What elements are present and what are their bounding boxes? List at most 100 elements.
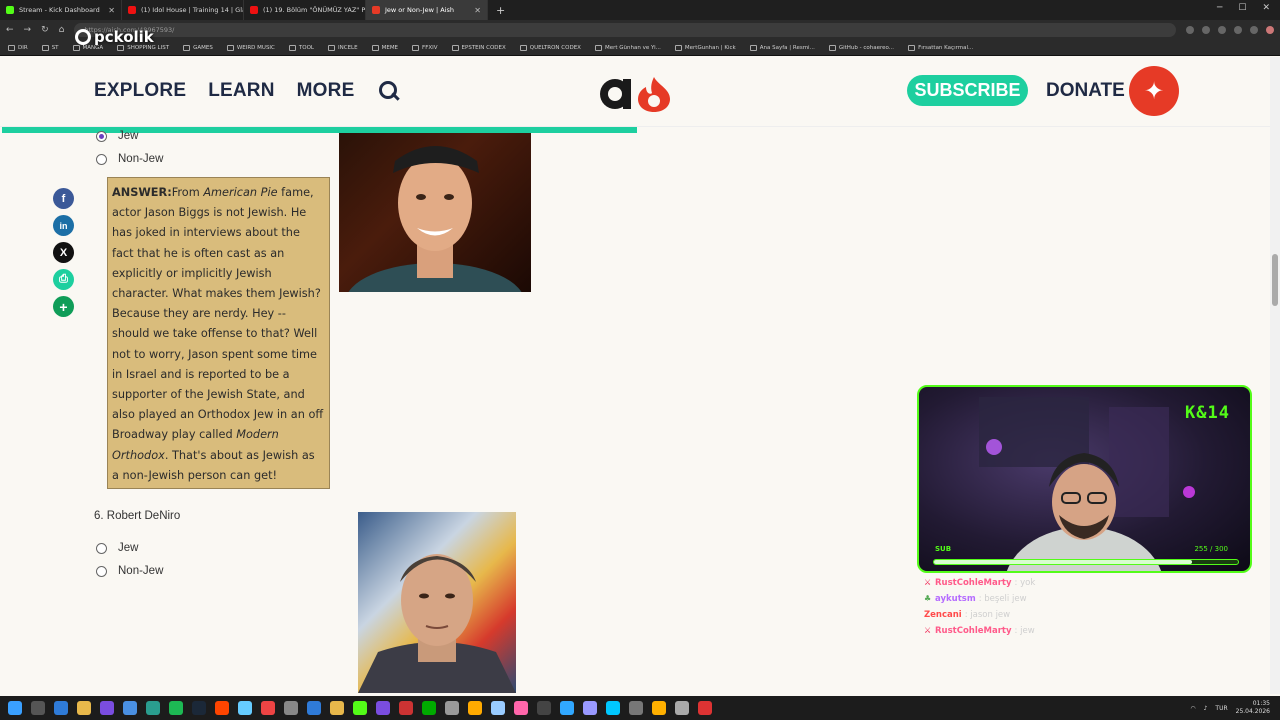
clock[interactable]: 01:35 25.04.2026 xyxy=(1236,700,1270,716)
url-field[interactable]: https://aish.com/48967593/ xyxy=(74,23,1176,37)
tab-youtube-episode[interactable]: (1) 19. Bölüm "ÖNÜMÜZ YAZ" Pe ✕ xyxy=(244,0,366,20)
taskbar-app-icon[interactable] xyxy=(652,701,666,715)
bookmark-item[interactable]: Mert Günhan ve Yi... xyxy=(594,44,661,51)
extension-icon[interactable] xyxy=(1234,26,1242,34)
page-scrollbar[interactable] xyxy=(1270,57,1280,694)
wifi-icon[interactable]: ◠ xyxy=(1190,705,1195,712)
taskbar-app-icon[interactable] xyxy=(77,701,91,715)
taskbar-app-icon[interactable] xyxy=(261,701,275,715)
bookmark-item[interactable]: MEME xyxy=(371,44,398,51)
subscribe-button[interactable]: SUBSCRIBE xyxy=(907,75,1028,106)
close-icon[interactable]: ✕ xyxy=(108,6,115,15)
bookmark-item[interactable]: GitHub - cohaereo... xyxy=(828,44,894,51)
taskbar-app-icon[interactable] xyxy=(146,701,160,715)
radio[interactable] xyxy=(96,565,107,577)
taskbar-app-icon[interactable] xyxy=(514,701,528,715)
language-indicator[interactable]: TUR xyxy=(1215,705,1227,712)
chat-user: RustCohleMarty xyxy=(935,578,1012,588)
donate-link[interactable]: DONATE xyxy=(1046,80,1125,102)
menu-explore[interactable]: EXPLORE xyxy=(94,80,186,102)
back-icon[interactable]: ← xyxy=(6,25,14,35)
tab-youtube-idol-house[interactable]: (1) Idol House | Training 14 | Glam ✕ xyxy=(122,0,244,20)
pckolik-overlay-logo: pckolik xyxy=(75,28,154,46)
radio[interactable] xyxy=(96,153,107,165)
bookmark-item[interactable]: DIR xyxy=(8,44,28,51)
q6-option-non-jew[interactable]: Non-Jew xyxy=(96,565,163,577)
folder-icon xyxy=(183,44,191,51)
bookmark-item[interactable]: Ana Sayfa | Resmi... xyxy=(749,44,815,51)
taskbar-app-icon[interactable] xyxy=(629,701,643,715)
search-icon[interactable] xyxy=(378,80,400,102)
forward-icon[interactable]: → xyxy=(24,25,32,35)
bookmark-label: Ana Sayfa | Resmi... xyxy=(759,44,815,51)
reload-icon[interactable]: ↻ xyxy=(41,25,49,35)
volume-icon[interactable]: ♪ xyxy=(1204,705,1208,712)
taskbar-app-icon[interactable] xyxy=(31,701,45,715)
facebook-icon[interactable]: f xyxy=(53,188,74,209)
taskbar-app-icon[interactable] xyxy=(491,701,505,715)
taskbar-app-icon[interactable] xyxy=(675,701,689,715)
q5-option-jew[interactable]: Jew xyxy=(96,130,138,142)
taskbar-app-icon[interactable] xyxy=(399,701,413,715)
taskbar-app-icon[interactable] xyxy=(307,701,321,715)
extension-icon[interactable] xyxy=(1250,26,1258,34)
menu-learn[interactable]: LEARN xyxy=(208,80,274,102)
bookmark-item[interactable]: ST xyxy=(41,44,59,51)
extension-icon[interactable] xyxy=(1186,26,1194,34)
bookmark-item[interactable]: GAMES xyxy=(183,44,213,51)
close-icon[interactable]: ✕ xyxy=(474,6,481,15)
linkedin-icon[interactable]: in xyxy=(53,215,74,236)
taskbar-app-icon[interactable] xyxy=(54,701,68,715)
tab-kick-dashboard[interactable]: Stream - Kick Dashboard ✕ xyxy=(0,0,122,20)
taskbar-app-icon[interactable] xyxy=(583,701,597,715)
taskbar-app-icon[interactable] xyxy=(215,701,229,715)
print-icon[interactable]: ⎙ xyxy=(53,269,74,290)
taskbar-app-icon[interactable] xyxy=(330,701,344,715)
taskbar-app-icon[interactable] xyxy=(284,701,298,715)
bookmark-item[interactable]: FFXIV xyxy=(412,44,438,51)
bookmark-item[interactable]: QUELTRON CODEX xyxy=(519,44,581,51)
taskbar-app-icon[interactable] xyxy=(560,701,574,715)
plus-icon[interactable]: + xyxy=(53,296,74,317)
taskbar-app-icon[interactable] xyxy=(238,701,252,715)
bookmark-item[interactable]: TOOL xyxy=(288,44,314,51)
taskbar-app-icon[interactable] xyxy=(169,701,183,715)
extension-icon[interactable] xyxy=(1202,26,1210,34)
extension-icon[interactable] xyxy=(1218,26,1226,34)
new-tab-button[interactable]: + xyxy=(496,4,505,17)
maximize-icon[interactable]: ☐ xyxy=(1238,3,1246,13)
taskbar-app-icon[interactable] xyxy=(123,701,137,715)
taskbar-app-icon[interactable] xyxy=(698,701,712,715)
scrollbar-thumb[interactable] xyxy=(1272,254,1278,306)
taskbar-app-icon[interactable] xyxy=(192,701,206,715)
aish-logo[interactable] xyxy=(598,73,674,113)
radio[interactable] xyxy=(96,542,107,554)
taskbar-app-icon[interactable] xyxy=(376,701,390,715)
taskbar-app-icon[interactable] xyxy=(422,701,436,715)
bookmark-item[interactable]: Fırsattan Kaçırmal... xyxy=(908,44,973,51)
bookmark-item[interactable]: WEIRD MUSIC xyxy=(226,44,275,51)
bookmark-item[interactable]: INCELE xyxy=(328,44,358,51)
windows-start-icon[interactable] xyxy=(8,701,22,715)
menu-more[interactable]: MORE xyxy=(297,80,355,102)
q6-option-jew[interactable]: Jew xyxy=(96,542,138,554)
taskbar-app-icon[interactable] xyxy=(100,701,114,715)
q5-option-non-jew[interactable]: Non-Jew xyxy=(96,153,163,165)
home-icon[interactable]: ⌂ xyxy=(59,25,65,35)
minimize-icon[interactable]: ─ xyxy=(1217,3,1222,13)
folder-icon xyxy=(749,44,757,51)
bookmark-item[interactable]: MertGunhan | Kick xyxy=(674,44,736,51)
taskbar-app-icon[interactable] xyxy=(537,701,551,715)
sparkle-chat-icon[interactable]: ✦ xyxy=(1129,66,1179,116)
taskbar-app-icon[interactable] xyxy=(468,701,482,715)
x-icon[interactable]: X xyxy=(53,242,74,263)
profile-icon[interactable] xyxy=(1266,26,1274,34)
taskbar-app-icon[interactable] xyxy=(353,701,367,715)
radio-selected[interactable] xyxy=(96,130,107,142)
close-window-icon[interactable]: ✕ xyxy=(1262,3,1270,13)
bookmark-item[interactable]: EPSTEIN CODEX xyxy=(451,44,506,51)
taskbar-app-icon[interactable] xyxy=(445,701,459,715)
taskbar-app-icon[interactable] xyxy=(606,701,620,715)
tab-aish[interactable]: Jew or Non-Jew | Aish ✕ xyxy=(366,0,488,20)
clock-time: 01:35 xyxy=(1252,700,1270,707)
